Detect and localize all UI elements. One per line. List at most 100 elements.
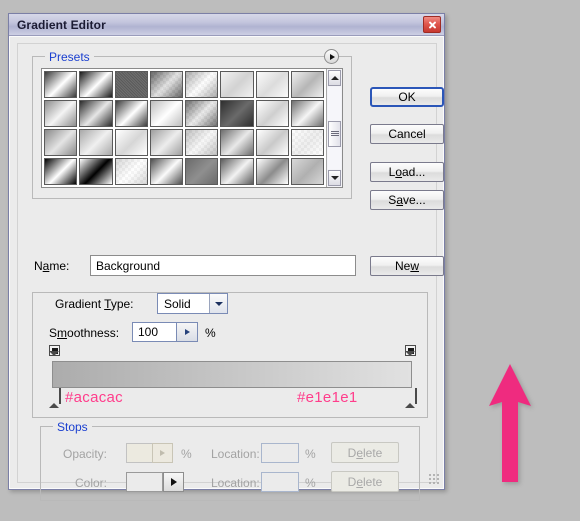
smoothness-input[interactable] (132, 322, 176, 342)
presets-menu-icon[interactable] (324, 49, 339, 64)
preset-swatch[interactable] (255, 158, 289, 185)
preset-swatch-fill (186, 101, 218, 126)
location-label-1: Location: (211, 447, 260, 461)
cancel-button[interactable]: Cancel (370, 124, 444, 144)
preset-swatch[interactable] (220, 71, 254, 98)
preset-swatch[interactable] (79, 71, 113, 98)
preset-swatch[interactable] (220, 129, 254, 156)
preset-swatch[interactable] (185, 158, 219, 185)
preset-swatch-fill (45, 159, 77, 184)
preset-swatch[interactable] (255, 129, 289, 156)
preset-swatch[interactable] (44, 100, 78, 127)
preset-swatch[interactable] (149, 71, 183, 98)
preset-swatch-fill (80, 101, 112, 126)
name-input[interactable] (90, 255, 356, 276)
delete-2-post: lete (363, 474, 383, 489)
presets-scrollbar[interactable] (326, 69, 342, 187)
preset-swatch[interactable] (149, 100, 183, 127)
new-button-accel: w (410, 259, 419, 273)
preset-swatch[interactable] (114, 158, 148, 185)
preset-swatch[interactable] (79, 129, 113, 156)
name-label-post: me: (49, 259, 70, 273)
preset-swatch[interactable] (290, 71, 324, 98)
delete-2-accel: e (356, 474, 363, 489)
delete-1-post: lete (363, 445, 383, 460)
preset-swatch[interactable] (149, 158, 183, 185)
preset-swatch-fill (291, 130, 323, 155)
color-picker-button (163, 472, 184, 492)
preset-swatch[interactable] (44, 71, 78, 98)
color-stop-icon (59, 388, 61, 404)
scrollbar-thumb[interactable] (328, 121, 341, 148)
preset-swatch-fill (45, 130, 77, 155)
preset-swatch-fill (80, 72, 112, 97)
preset-swatch[interactable] (185, 71, 219, 98)
preset-swatch-fill (291, 159, 323, 184)
preset-swatch[interactable] (185, 100, 219, 127)
opacity-label: Opacity: (63, 447, 108, 461)
presets-list-box[interactable] (41, 68, 343, 188)
save-button[interactable]: Sa ve... (370, 190, 444, 210)
gradient-type-dropdown-button[interactable] (209, 294, 227, 313)
delete-2-pre: D (347, 474, 357, 489)
close-icon[interactable] (423, 16, 441, 33)
color-stop-right-point (405, 389, 415, 408)
dialog-title: Gradient Editor (17, 17, 106, 32)
preset-swatch[interactable] (290, 100, 324, 127)
preset-swatch[interactable] (79, 158, 113, 185)
preset-swatch[interactable] (114, 100, 148, 127)
smoothness-stepper[interactable] (176, 322, 198, 342)
preset-swatch-fill (186, 72, 218, 97)
color-stop-right[interactable] (405, 388, 417, 408)
preset-swatch[interactable] (290, 129, 324, 156)
preset-swatch[interactable] (255, 71, 289, 98)
opacity-stop-left[interactable] (49, 345, 60, 370)
preset-swatch[interactable] (44, 129, 78, 156)
load-button-label-post: ad... (402, 165, 426, 179)
preset-swatch-fill (150, 130, 182, 155)
preset-swatch-fill (186, 159, 218, 184)
resize-grip-icon[interactable] (428, 473, 440, 485)
preset-swatch-fill (80, 130, 112, 155)
save-button-label-post: ve... (403, 193, 426, 207)
presets-group-label: Presets (45, 50, 94, 64)
scrollbar-track[interactable] (328, 87, 341, 169)
preset-swatch-fill (115, 159, 147, 184)
opacity-stop-right-point (405, 351, 415, 370)
save-button-accel: a (396, 193, 403, 207)
scroll-down-button[interactable] (328, 170, 341, 186)
preset-swatch[interactable] (149, 129, 183, 156)
color-stop-left[interactable] (49, 388, 61, 408)
dialog-titlebar[interactable]: Gradient Editor (9, 14, 444, 36)
preset-swatch[interactable] (185, 129, 219, 156)
gradient-type-label: Gradient Type: (55, 297, 134, 311)
preset-swatch[interactable] (220, 158, 254, 185)
location-unit-2: % (305, 476, 316, 490)
triangle-right-icon (330, 53, 335, 60)
scroll-up-button[interactable] (328, 70, 341, 86)
gradient-type-selected-value: Solid (164, 296, 191, 311)
stops-group: Stops Opacity: % Location: % De lete Colo… (40, 420, 420, 501)
color-stop-icon (415, 388, 417, 404)
gradient-type-select[interactable]: Solid (157, 293, 228, 314)
load-button[interactable]: Lo ad... (370, 162, 444, 182)
preset-swatch[interactable] (290, 158, 324, 185)
preset-swatch[interactable] (79, 100, 113, 127)
preset-swatch[interactable] (44, 158, 78, 185)
gradient-preview-bar[interactable] (52, 361, 412, 388)
opacity-stop-right[interactable] (405, 345, 416, 370)
chevron-up-icon (330, 76, 339, 80)
color-stop-left-point (49, 389, 59, 408)
preset-swatch-fill (45, 72, 77, 97)
ok-button[interactable]: OK (370, 87, 444, 107)
preset-swatch[interactable] (255, 100, 289, 127)
presets-group: Presets (32, 49, 352, 199)
opacity-stepper (152, 443, 173, 463)
preset-swatch-fill (291, 101, 323, 126)
right-hex-annotation: #e1e1e1 (297, 389, 358, 406)
new-button[interactable]: Ne w (370, 256, 444, 276)
preset-swatch[interactable] (114, 71, 148, 98)
gradient-editor-dialog: Gradient Editor Presets OK Cancel L o ad… (8, 13, 445, 501)
preset-swatch[interactable] (114, 129, 148, 156)
preset-swatch[interactable] (220, 100, 254, 127)
